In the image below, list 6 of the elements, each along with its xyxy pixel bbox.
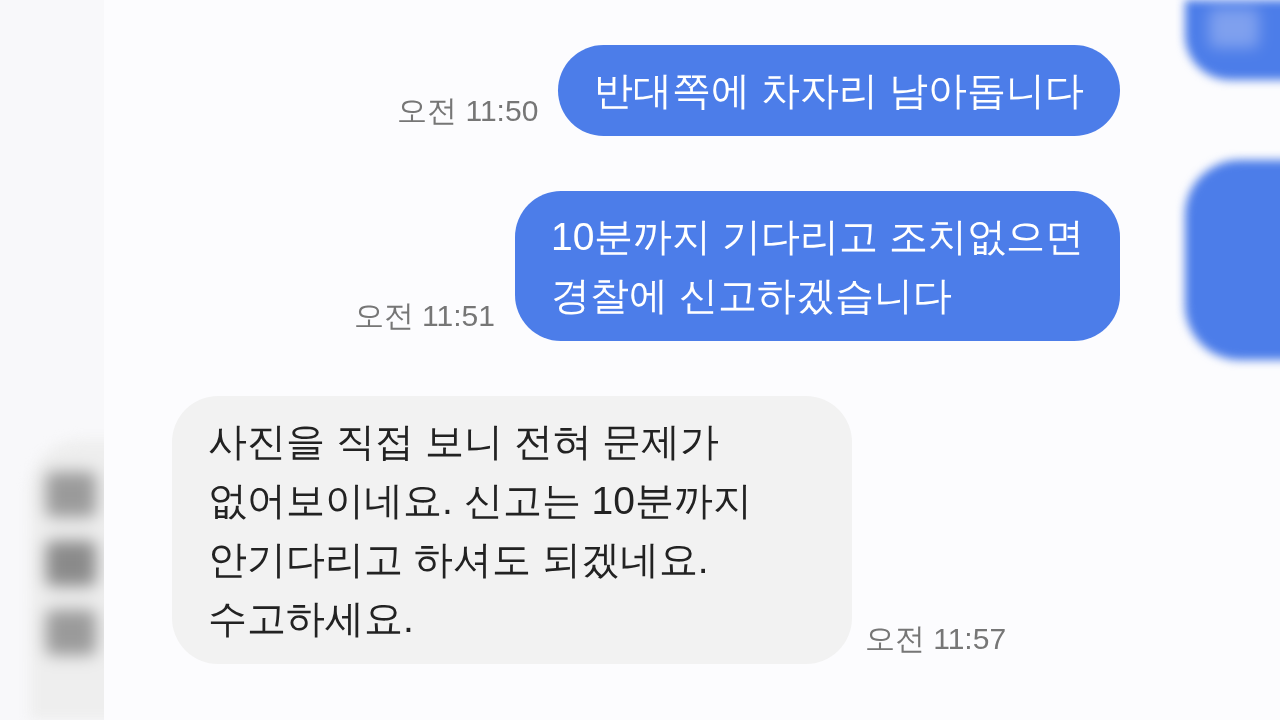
message-time: 오전 11:51 (353, 299, 495, 333)
message-bubble: 반대쪽에 차자리 남아돕니다 (558, 45, 1120, 136)
message-time: 오전 11:57 (864, 622, 1007, 656)
message-bubble: 사진을 직접 보니 전혀 문제가 없어보이네요. 신고는 10분까지 안기다리고 하셔도 되겠네요. 수고하세요. (172, 396, 852, 664)
message-time: 오전 11:50 (397, 94, 539, 128)
message-bubble: 10분까지 기다리고 조치없으면 경찰에 신고하겠습니다 (514, 191, 1120, 341)
